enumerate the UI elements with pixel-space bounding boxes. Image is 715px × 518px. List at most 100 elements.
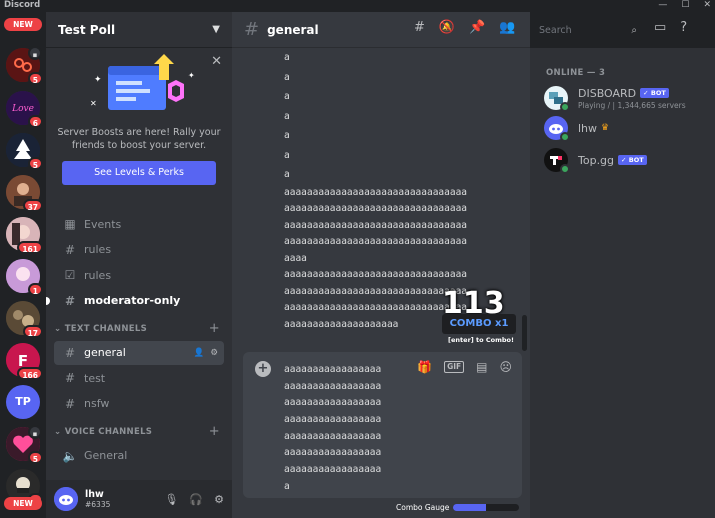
hash-icon: # — [244, 19, 260, 40]
gift-icon[interactable]: 🎁 — [417, 360, 432, 374]
speaker-icon: ▪ — [28, 46, 42, 60]
message-composer[interactable]: + aaaaaaaaaaaaaaaaa aaaaaaaaaaaaaaaaa aa… — [243, 352, 522, 498]
speaker-icon: 🔈 — [62, 448, 78, 463]
message-line: aaaaaaaaaaaaaaaaaaaaaaaaaaaaaaaa — [284, 269, 468, 280]
emoji-icon[interactable]: ☹ — [499, 360, 512, 374]
avatar — [544, 116, 570, 142]
channel-general[interactable]: # general 👤 ⚙ — [54, 340, 224, 365]
message-line: a — [284, 169, 290, 180]
bot-badge: ✓ BOT — [618, 155, 647, 165]
server-name: Test Poll — [58, 22, 116, 37]
boost-promo: ✕ ✦ ✕ ✦ Server Boosts are here! Rally yo… — [46, 48, 232, 204]
server-header[interactable]: Test Poll ▼ — [46, 12, 232, 48]
message-line: aaaaaaaaaaaaaaaaaaaaaaaaaaaaaaaa — [284, 186, 468, 198]
message-line: aaaa — [284, 252, 307, 264]
message-line: a — [284, 52, 290, 63]
server-icon-tp[interactable]: TP — [6, 385, 40, 419]
category-label: VOICE CHANNELS — [64, 426, 153, 437]
unread-indicator — [46, 296, 50, 305]
headphones-icon[interactable]: 🎧 — [189, 493, 203, 506]
channel-rules[interactable]: # rules — [54, 238, 224, 262]
server-icon[interactable]: 1 — [6, 259, 43, 296]
server-icon[interactable]: Love 6 — [6, 91, 43, 128]
channel-test[interactable]: # test — [54, 366, 224, 390]
input-line: aaaaaaaaaaaaaaaaa — [284, 447, 382, 459]
members-icon[interactable]: 👥 — [499, 20, 515, 35]
chat-scrollbar[interactable] — [522, 315, 527, 351]
server-icon[interactable]: 161 — [6, 217, 43, 254]
server-rail: NEW ▪ 5 Love 6 5 37 161 1 17 F 166 TP ▪ … — [0, 12, 46, 518]
mention-badge: 5 — [27, 72, 43, 85]
avatar[interactable] — [54, 487, 78, 511]
checkbox-icon: ☑ — [64, 268, 76, 282]
hash-icon: # — [64, 396, 76, 411]
message-input[interactable]: aaaaaaaaaaaaaaaaa aaaaaaaaaaaaaaaaa aaaa… — [284, 362, 381, 496]
mention-badge: 5 — [27, 157, 43, 170]
input-line: aaaaaaaaaaaaaaaaa — [284, 364, 382, 375]
member-item[interactable]: DISBOARD ✓ BOT Playing / | 1,344,665 serv… — [544, 86, 686, 112]
channel-moderator-only[interactable]: # moderator-only — [46, 289, 224, 313]
message-line: aaaaaaaaaaaaaaaaaaaaaaaaaaaaaaaa — [284, 236, 468, 247]
mention-badge: 161 — [17, 241, 43, 254]
server-icon[interactable]: F 166 — [6, 343, 43, 380]
svg-text:Love: Love — [11, 104, 34, 114]
channel-events[interactable]: ▦ Events — [54, 212, 224, 236]
mention-badge: 5 — [27, 451, 43, 464]
gear-icon[interactable]: ⚙ — [210, 348, 218, 358]
add-attachment-icon[interactable]: + — [255, 361, 271, 377]
pin-icon[interactable]: 📌 — [469, 20, 485, 35]
boost-text: Server Boosts are here! Rally your frien… — [57, 127, 221, 151]
boost-art-icon: ✦ ✕ ✦ — [90, 54, 195, 110]
svg-text:✕: ✕ — [90, 99, 97, 108]
chevron-down-icon: ⌄ VOICE CHANNELS — [54, 426, 153, 437]
hash-icon: # — [64, 371, 76, 385]
add-channel-icon[interactable]: + — [209, 424, 220, 439]
microphone-icon[interactable]: 🎙 — [164, 493, 178, 506]
svg-text:✦: ✦ — [94, 75, 102, 85]
voice-channel-general[interactable]: 🔈 General — [54, 444, 224, 468]
channel-label: test — [84, 371, 106, 385]
add-channel-icon[interactable]: + — [209, 321, 220, 336]
member-item[interactable]: lhw ♛ — [544, 116, 610, 142]
sticker-icon[interactable]: ▤ — [476, 360, 487, 374]
invite-icon[interactable]: 👤 — [194, 348, 205, 358]
input-line: a — [284, 480, 290, 492]
search-placeholder: Search — [539, 25, 572, 36]
server-icon[interactable]: 37 — [6, 175, 43, 212]
see-levels-button[interactable]: See Levels & Perks — [62, 161, 216, 185]
gif-icon[interactable]: GIF — [444, 361, 465, 373]
hash-icon: # — [64, 345, 76, 360]
crown-icon: ♛ — [601, 123, 610, 133]
channel-rules-check[interactable]: ☑ rules — [54, 263, 224, 287]
server-icon[interactable]: 5 — [6, 133, 43, 170]
combo-gauge: Combo Gauge — [396, 503, 520, 512]
member-name: Top.gg — [578, 153, 615, 167]
hash-icon: # — [64, 242, 76, 257]
message-line: a — [284, 71, 290, 83]
search-input[interactable]: Search ⌕ — [534, 21, 642, 41]
mute-icon[interactable]: 🔕 — [439, 20, 455, 35]
channel-title: general — [267, 22, 319, 37]
channel-label: General — [84, 449, 128, 462]
online-status-icon — [560, 164, 570, 174]
member-item[interactable]: Top.gg ✓ BOT — [544, 148, 647, 174]
server-icon[interactable]: 17 — [6, 301, 43, 338]
message-line: aaaaaaaaaaaaaaaaaaaaaaaaaaaaaaaa — [284, 203, 468, 214]
chevron-down-icon: ⌄ TEXT CHANNELS — [54, 323, 148, 334]
maximize-button[interactable]: ☐ — [681, 0, 689, 10]
close-window-button[interactable]: ✕ — [703, 0, 711, 10]
text-channels-category[interactable]: ⌄ TEXT CHANNELS + — [54, 317, 224, 341]
username: lhw — [85, 489, 104, 500]
server-icon[interactable]: ▪ 5 — [6, 46, 43, 85]
threads-icon[interactable]: # — [414, 20, 425, 35]
voice-channels-category[interactable]: ⌄ VOICE CHANNELS + — [54, 420, 224, 444]
minimize-button[interactable]: — — [658, 0, 667, 10]
channel-label: rules — [84, 243, 112, 256]
channel-nsfw[interactable]: # nsfw — [54, 392, 224, 416]
gear-icon[interactable]: ⚙ — [214, 493, 224, 506]
channel-sidebar: Test Poll ▼ ✕ ✦ ✕ ✦ Server Boosts are he… — [46, 12, 232, 518]
title-bar: Discord — ☐ ✕ — [0, 0, 715, 12]
inbox-icon[interactable]: ▭ — [654, 20, 666, 35]
server-icon[interactable]: ▪ 5 — [6, 425, 43, 464]
help-icon[interactable]: ? — [680, 20, 687, 35]
